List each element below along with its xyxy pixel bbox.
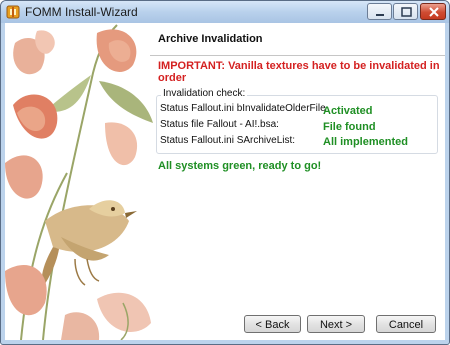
status-label-sarchivelist: Status Fallout.ini SArchiveList:: [160, 135, 296, 146]
status-label-binvalidate: Status Fallout.ini bInvalidateOlderFile: [160, 103, 326, 114]
maximize-icon: [401, 7, 412, 17]
important-notice: IMPORTANT: Vanilla textures have to be i…: [158, 60, 440, 84]
title-bar[interactable]: FOMM Install-Wizard: [1, 1, 449, 23]
close-icon: [429, 7, 439, 17]
close-button[interactable]: [420, 3, 446, 20]
back-button[interactable]: < Back: [244, 315, 301, 333]
fomm-app-icon: [6, 5, 20, 19]
window-title: FOMM Install-Wizard: [25, 5, 138, 19]
wizard-content: Archive Invalidation IMPORTANT: Vanilla …: [5, 23, 445, 340]
status-label-bsa-file: Status file Fallout - AI!.bsa:: [160, 119, 279, 130]
header-separator: [150, 55, 445, 56]
next-button[interactable]: Next >: [307, 315, 365, 333]
cancel-button[interactable]: Cancel: [376, 315, 436, 333]
status-value-bsa-file: File found: [323, 121, 376, 133]
status-value-binvalidate: Activated: [323, 105, 373, 117]
maximize-button[interactable]: [393, 3, 418, 20]
flowers-and-bird-illustration: [5, 24, 153, 340]
minimize-button[interactable]: [367, 3, 392, 20]
summary-message: All systems green, ready to go!: [158, 160, 322, 172]
page-heading: Archive Invalidation: [158, 33, 263, 45]
minimize-icon: [376, 14, 384, 16]
status-value-sarchivelist: All implemented: [323, 136, 408, 148]
invalidation-check-title: Invalidation check:: [161, 88, 248, 99]
wizard-window: FOMM Install-Wizard Archive Invalidation…: [0, 0, 450, 345]
